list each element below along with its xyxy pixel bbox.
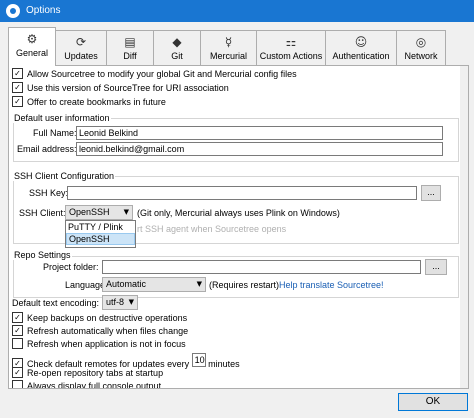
translate-link[interactable]: Help translate Sourcetree! [279, 280, 384, 290]
tab-authentication[interactable]: ☺ Authentication [325, 30, 397, 65]
language-value: Automatic [106, 279, 147, 289]
restart-note: (Requires restart) [209, 280, 280, 290]
encoding-select[interactable]: utf-8 ▼ [102, 295, 138, 310]
mercurial-icon: ☿ [224, 35, 233, 49]
tab-label: Mercurial [209, 51, 247, 61]
ssh-agent-option-label: rt SSH agent when Sourcetree opens [137, 224, 287, 234]
offer-bookmarks-option[interactable]: ✓ Offer to create bookmarks in future [12, 96, 166, 111]
offer-bookmarks-label: Offer to create bookmarks in future [27, 97, 166, 107]
repo-settings-group-title: Repo Settings [13, 250, 72, 260]
use-uri-checkbox[interactable]: ✓ [12, 82, 23, 94]
ssh-client-value: OpenSSH [69, 207, 110, 217]
refresh-icon: ⟳ [75, 35, 87, 49]
offer-bookmarks-checkbox[interactable]: ✓ [12, 96, 23, 108]
refresh-focus-option[interactable]: Refresh when application is not in focus [12, 338, 186, 353]
ssh-client-note: (Git only, Mercurial always uses Plink o… [137, 208, 340, 218]
tab-git[interactable]: ◆ Git [153, 30, 201, 65]
keep-backups-option[interactable]: ✓ Keep backups on destructive operations [12, 312, 188, 327]
user-icon: ☺ [354, 35, 368, 49]
refresh-focus-checkbox[interactable] [12, 338, 23, 350]
full-name-field[interactable]: Leonid Belkind [76, 126, 443, 140]
reopen-tabs-checkbox[interactable]: ✓ [12, 367, 23, 379]
refresh-auto-label: Refresh automatically when files change [27, 326, 189, 336]
tab-label: General [15, 48, 49, 58]
git-icon: ◆ [172, 35, 182, 49]
keep-backups-checkbox[interactable]: ✓ [12, 312, 23, 324]
tab-updates[interactable]: ⟳ Updates [55, 30, 107, 65]
reopen-tabs-option[interactable]: ✓ Re-open repository tabs at startup [12, 367, 164, 382]
tab-label: Git [171, 51, 183, 61]
ssh-client-select[interactable]: OpenSSH ▼ [65, 205, 133, 220]
ssh-client-label: SSH Client: [19, 208, 66, 218]
full-console-option[interactable]: Always display full console output [12, 380, 162, 389]
chevron-down-icon: ▼ [123, 208, 129, 216]
ssh-client-option-openssh[interactable]: OpenSSH [66, 233, 135, 245]
use-uri-label: Use this version of SourceTree for URI a… [27, 83, 229, 93]
keep-backups-label: Keep backups on destructive operations [27, 313, 188, 323]
refresh-auto-checkbox[interactable]: ✓ [12, 325, 23, 337]
sourcetree-logo-icon [6, 4, 20, 18]
full-console-checkbox[interactable] [12, 380, 23, 388]
encoding-value: utf-8 [106, 297, 125, 307]
tab-label: Custom Actions [259, 51, 323, 61]
tab-network[interactable]: ◎ Network [396, 30, 446, 65]
project-folder-field[interactable] [102, 260, 421, 274]
project-folder-label: Project folder: [43, 262, 99, 272]
globe-icon: ◎ [415, 35, 427, 49]
project-folder-browse-button[interactable]: ... [425, 259, 447, 275]
ssh-key-browse-button[interactable]: ... [421, 185, 441, 201]
ok-button[interactable]: OK [398, 393, 468, 411]
ssh-client-dropdown: PuTTY / Plink OpenSSH [65, 220, 136, 248]
refresh-auto-option[interactable]: ✓ Refresh automatically when files change [12, 325, 189, 340]
tab-mercurial[interactable]: ☿ Mercurial [200, 30, 257, 65]
check-remotes-option[interactable]: ✓ Check default remotes for updates every… [12, 353, 240, 370]
allow-modify-config-checkbox[interactable]: ✓ [12, 68, 23, 80]
custom-actions-icon: ⚏ [285, 35, 297, 49]
check-remotes-unit-label: minutes [208, 359, 240, 369]
diff-icon: ▤ [124, 35, 136, 49]
tab-general[interactable]: ⚙ General [8, 27, 56, 66]
title-bar: Options [0, 0, 474, 22]
tab-label: Network [404, 51, 438, 61]
language-select[interactable]: Automatic ▼ [102, 277, 206, 292]
tab-label: Updates [64, 51, 98, 61]
ssh-key-field[interactable] [67, 186, 417, 200]
options-window: Options ⚙ General ⟳ Updates ▤ Diff ◆ Git… [0, 0, 474, 418]
ssh-client-option-putty[interactable]: PuTTY / Plink [66, 221, 135, 233]
use-uri-option[interactable]: ✓ Use this version of SourceTree for URI … [12, 82, 229, 97]
allow-modify-config-label: Allow Sourcetree to modify your global G… [27, 69, 297, 79]
email-label: Email address: [17, 144, 77, 154]
chevron-down-icon: ▼ [128, 298, 134, 306]
tab-custom-actions[interactable]: ⚏ Custom Actions [256, 30, 326, 65]
allow-modify-config-option[interactable]: ✓ Allow Sourcetree to modify your global … [12, 68, 297, 83]
tab-diff[interactable]: ▤ Diff [106, 30, 154, 65]
tab-label: Authentication [332, 51, 390, 61]
encoding-label: Default text encoding: [12, 298, 100, 308]
chevron-down-icon: ▼ [196, 280, 202, 288]
email-field[interactable]: leonid.belkind@gmail.com [76, 142, 443, 156]
gear-icon: ⚙ [26, 32, 38, 46]
ssh-config-group-title: SSH Client Configuration [13, 171, 116, 181]
refresh-focus-label: Refresh when application is not in focus [27, 339, 186, 349]
window-title: Options [26, 5, 61, 16]
general-settings-pane: ✓ Allow Sourcetree to modify your global … [8, 65, 469, 389]
reopen-tabs-label: Re-open repository tabs at startup [27, 368, 164, 378]
check-remotes-interval-field[interactable]: 10 [191, 353, 206, 367]
full-name-label: Full Name: [33, 128, 77, 138]
pane-scrollbar[interactable] [460, 66, 468, 388]
ssh-key-label: SSH Key: [29, 188, 69, 198]
tab-label: Diff [123, 51, 137, 61]
user-info-group-title: Default user information [13, 113, 111, 123]
full-console-label: Always display full console output [27, 381, 162, 389]
